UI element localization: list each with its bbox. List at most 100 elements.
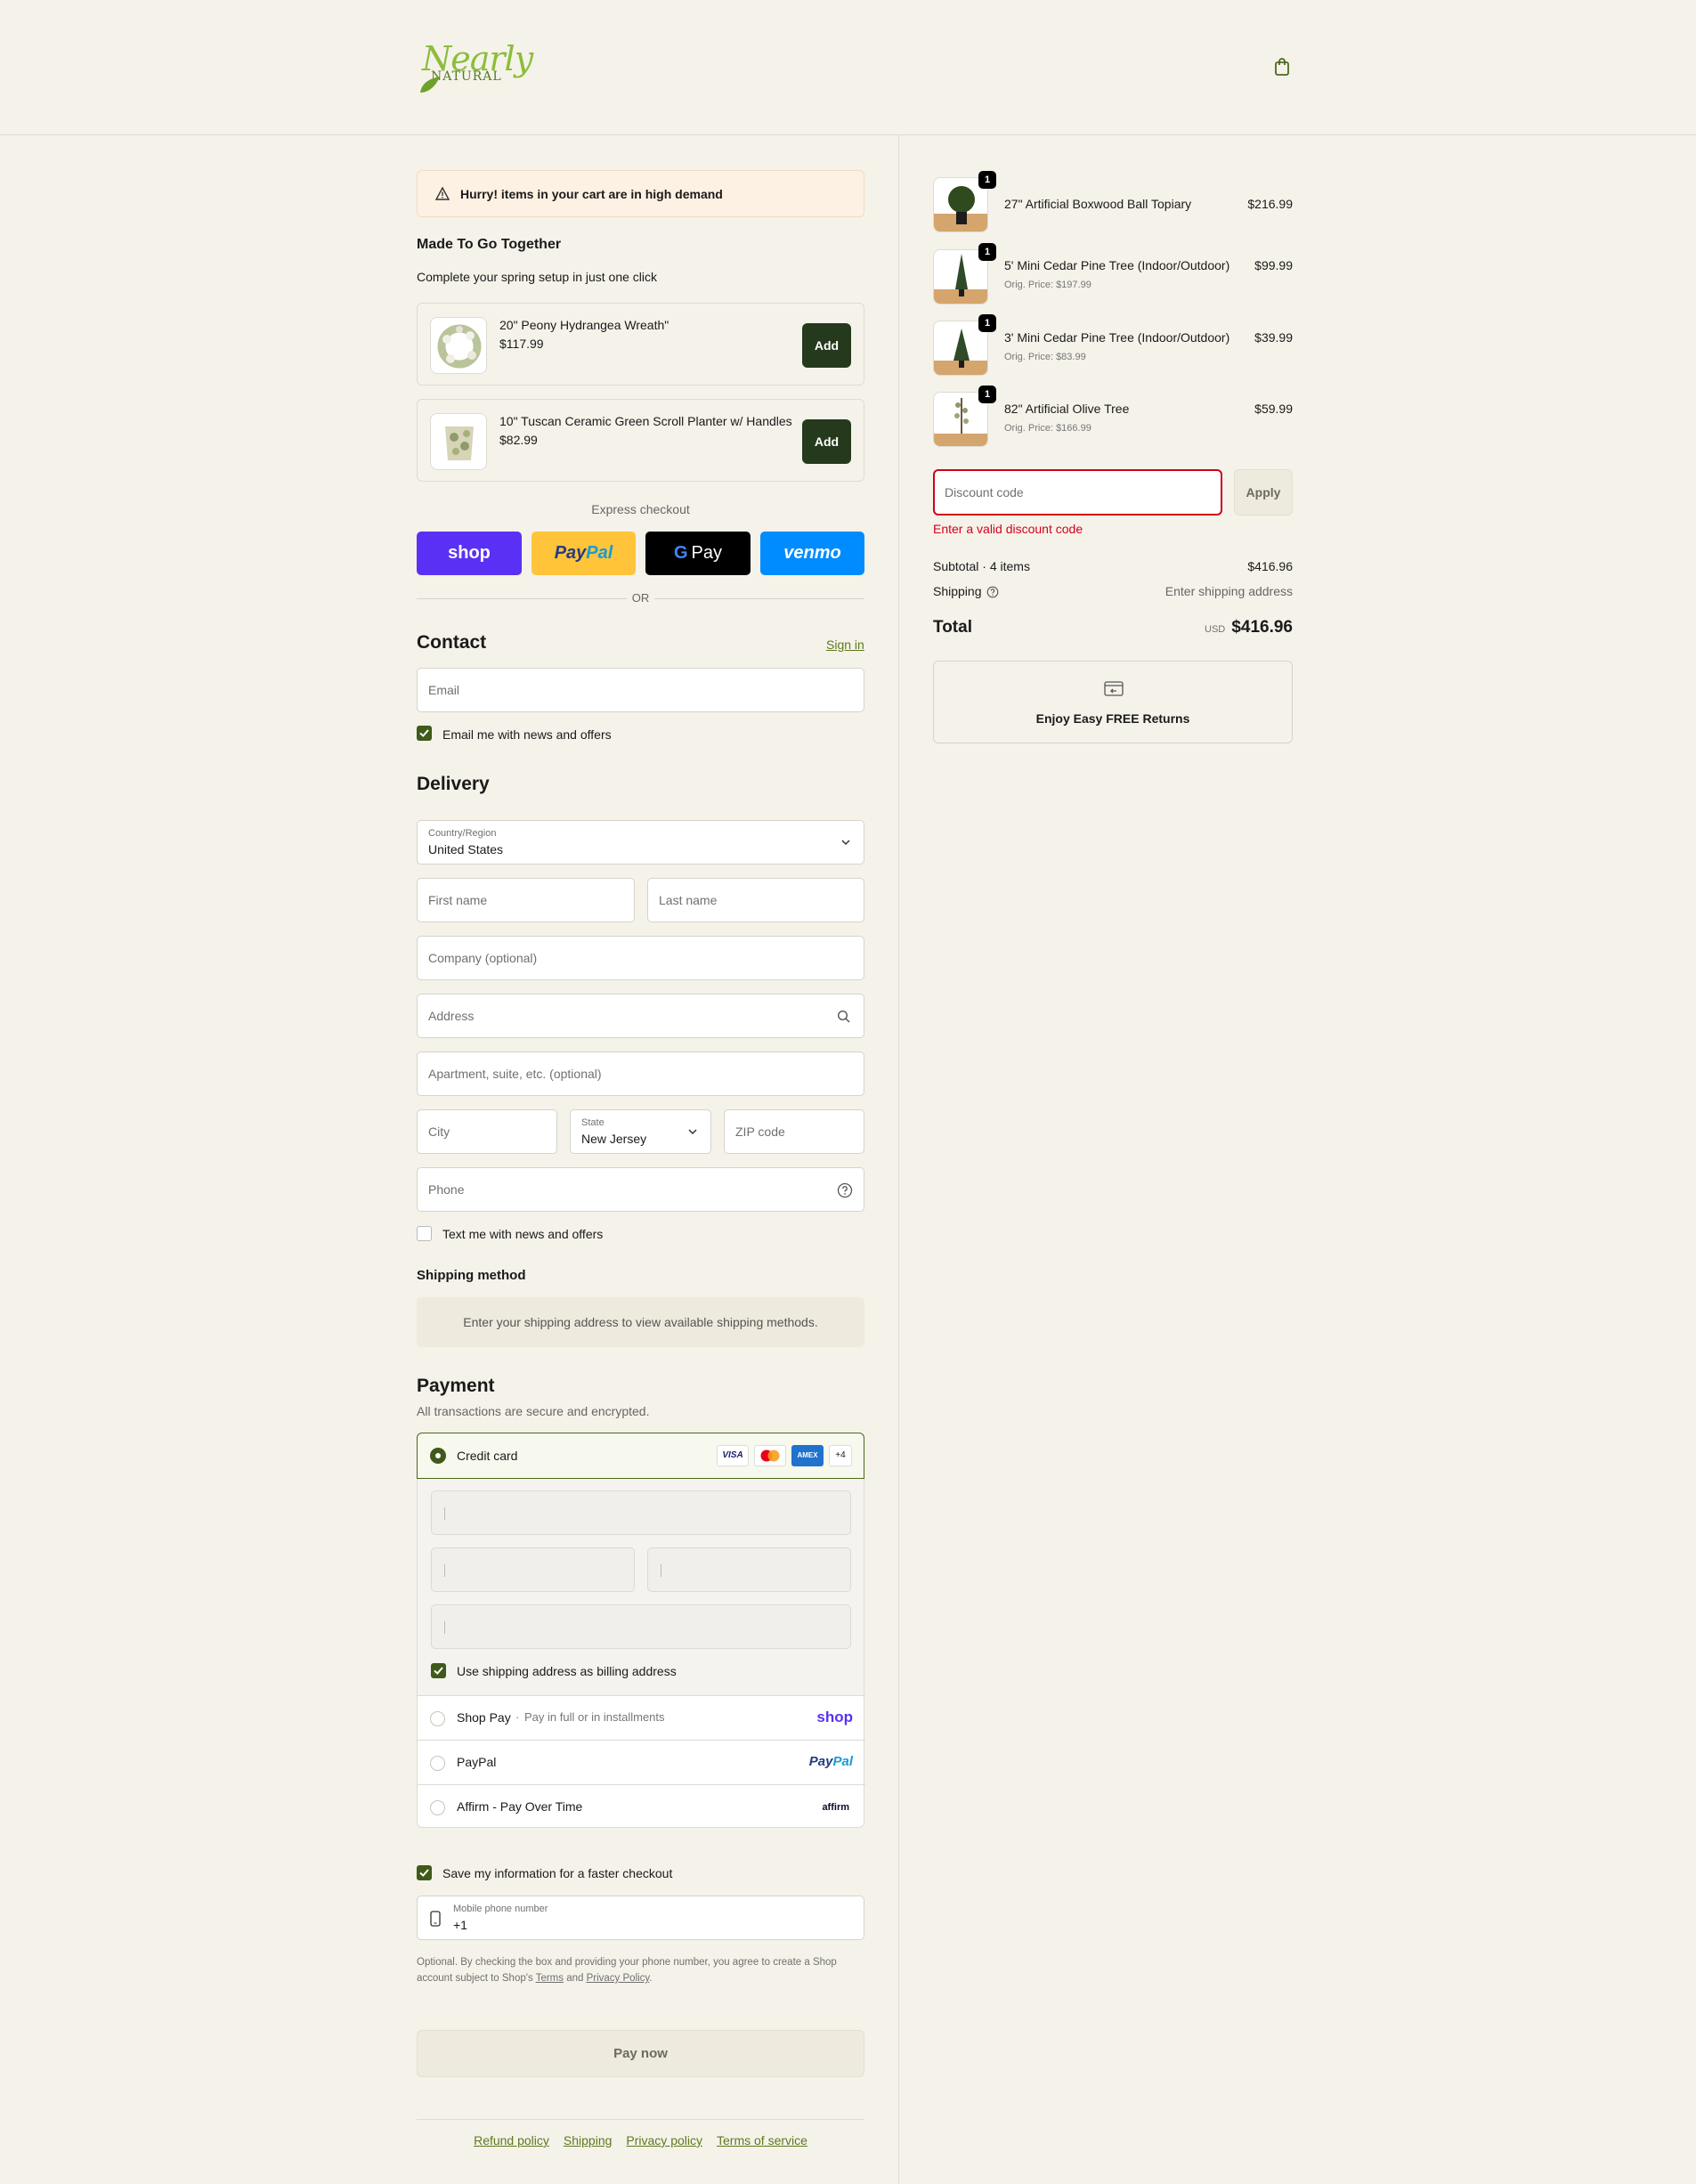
help-icon[interactable] [837, 1182, 853, 1198]
shop-terms-link[interactable]: Terms [536, 1973, 564, 1984]
first-name-field[interactable]: First name [417, 878, 635, 922]
card-number-field[interactable] [431, 1490, 851, 1535]
apartment-field[interactable]: Apartment, suite, etc. (optional) [417, 1051, 864, 1096]
state-label: State [581, 1117, 605, 1128]
card-form: Use shipping address as billing address [418, 1479, 864, 1695]
order-item-price: $99.99 [1254, 258, 1293, 272]
sign-in-link[interactable]: Sign in [826, 637, 864, 652]
billing-same-checkbox[interactable] [431, 1663, 446, 1678]
mastercard-icon [754, 1445, 786, 1466]
discount-error: Enter a valid discount code [933, 522, 1083, 536]
affirm-option[interactable]: Affirm - Pay Over Time affirm [418, 1784, 865, 1829]
company-placeholder: Company (optional) [428, 951, 538, 965]
shipping-policy-link[interactable]: Shipping [564, 2133, 613, 2147]
pay-now-button[interactable]: Pay now [417, 2030, 864, 2077]
shop-pay-label: Shop Pay [457, 1710, 511, 1725]
shipping-notice: Enter your shipping address to view avai… [417, 1297, 864, 1347]
city-placeholder: City [428, 1124, 450, 1139]
country-select[interactable]: Country/Region United States [417, 820, 864, 865]
name-on-card-field[interactable] [431, 1604, 851, 1649]
warning-icon [435, 187, 450, 200]
shipping-method-heading: Shipping method [417, 1268, 526, 1283]
expiry-field[interactable] [431, 1547, 635, 1592]
shop-privacy-link[interactable]: Privacy Policy [587, 1973, 650, 1984]
company-field[interactable]: Company (optional) [417, 936, 864, 980]
zip-field[interactable]: ZIP code [724, 1109, 864, 1154]
venmo-button[interactable]: venmo [760, 532, 864, 575]
shop-pay-button[interactable]: shop [417, 532, 522, 575]
google-pay-label: Pay [691, 543, 723, 563]
email-placeholder: Email [428, 683, 460, 697]
order-item-orig-price: Orig. Price: $83.99 [1004, 352, 1086, 362]
shop-pay-subtitle: Pay in full or in installments [524, 1710, 665, 1724]
first-name-placeholder: First name [428, 893, 488, 907]
newsletter-checkbox[interactable] [417, 726, 432, 741]
order-item-price: $59.99 [1254, 402, 1293, 416]
paypal-label: PayPal [457, 1755, 497, 1769]
paypal-option[interactable]: PayPal PayPal [418, 1740, 865, 1784]
upsell-card: 10" Tuscan Ceramic Green Scroll Planter … [417, 399, 864, 482]
save-info-checkbox[interactable] [417, 1865, 432, 1880]
terms-of-service-link[interactable]: Terms of service [717, 2133, 807, 2147]
upsell-item-price: $117.99 [499, 337, 544, 351]
city-field[interactable]: City [417, 1109, 557, 1154]
paypal-logo-pay: Pay [554, 543, 587, 563]
payment-methods: Credit card VISA AMEX +4 Use shipping ad… [417, 1433, 865, 1829]
leaf-icon [420, 77, 440, 93]
mobile-phone-field[interactable]: Mobile phone number +1 [417, 1896, 864, 1940]
mobile-phone-icon [430, 1911, 441, 1927]
paypal-logo-pal: Pal [586, 543, 613, 563]
address-field[interactable]: Address [417, 994, 864, 1038]
security-code-field[interactable] [647, 1547, 851, 1592]
privacy-policy-link[interactable]: Privacy policy [626, 2133, 702, 2147]
google-pay-button[interactable]: G Pay [645, 532, 751, 575]
add-planter-button[interactable]: Add [802, 419, 851, 464]
save-info-label: Save my information for a faster checkou… [442, 1866, 673, 1880]
add-wreath-button[interactable]: Add [802, 323, 851, 368]
shop-pay-logo: shop [816, 1709, 853, 1725]
store-logo[interactable]: Nearly NATURAL [417, 37, 533, 96]
last-name-field[interactable]: Last name [647, 878, 864, 922]
discount-code-field[interactable]: Discount code [933, 469, 1222, 516]
or-text: OR [631, 591, 650, 605]
phone-field[interactable]: Phone [417, 1167, 864, 1212]
shop-legal-text: Optional. By checking the box and provid… [417, 1957, 837, 1984]
paypal-button[interactable]: Pay Pal [532, 532, 636, 575]
shipping-value: Enter shipping address [1164, 584, 1293, 598]
affirm-radio[interactable] [430, 1800, 445, 1815]
high-demand-banner: Hurry! items in your cart are in high de… [417, 170, 864, 217]
banner-text: Hurry! items in your cart are in high de… [460, 186, 723, 201]
country-value: United States [428, 842, 504, 857]
chevron-down-icon [688, 1129, 697, 1135]
cart-icon[interactable] [1273, 57, 1291, 77]
order-item-orig-price: Orig. Price: $197.99 [1004, 280, 1091, 290]
upsell-item-name: 20" Peony Hydrangea Wreath" [499, 318, 669, 332]
credit-card-option[interactable]: Credit card VISA AMEX +4 [417, 1433, 864, 1479]
legal-and: and [566, 1973, 584, 1984]
shop-pay-option[interactable]: Shop Pay · Pay in full or in installment… [418, 1695, 865, 1740]
credit-card-radio[interactable] [430, 1448, 446, 1464]
express-checkout-label: Express checkout [591, 502, 690, 516]
email-field[interactable]: Email [417, 668, 864, 712]
sms-checkbox[interactable] [417, 1226, 432, 1241]
help-icon[interactable] [986, 586, 999, 598]
state-select[interactable]: State New Jersey [570, 1109, 711, 1154]
apply-discount-button[interactable]: Apply [1234, 469, 1293, 516]
quantity-badge: 1 [978, 171, 996, 189]
free-returns-box: Enjoy Easy FREE Returns [933, 661, 1293, 743]
wreath-thumbnail [430, 317, 487, 374]
visa-icon: VISA [717, 1445, 749, 1466]
or-divider-left [417, 598, 627, 599]
paypal-radio[interactable] [430, 1756, 445, 1771]
planter-thumbnail [430, 413, 487, 470]
shop-pay-radio[interactable] [430, 1711, 445, 1726]
upsell-item-price: $82.99 [499, 433, 538, 447]
google-g-icon: G [673, 543, 688, 563]
order-item-name: 3' Mini Cedar Pine Tree (Indoor/Outdoor) [1004, 330, 1230, 345]
order-item-price: $39.99 [1254, 330, 1293, 345]
free-returns-text: Enjoy Easy FREE Returns [1035, 711, 1190, 726]
subtotal-label: Subtotal · 4 items [933, 559, 1030, 573]
discount-placeholder: Discount code [945, 485, 1024, 499]
legal-text-line1: Optional. By checking the box and provid… [417, 1957, 837, 1968]
refund-policy-link[interactable]: Refund policy [474, 2133, 549, 2147]
